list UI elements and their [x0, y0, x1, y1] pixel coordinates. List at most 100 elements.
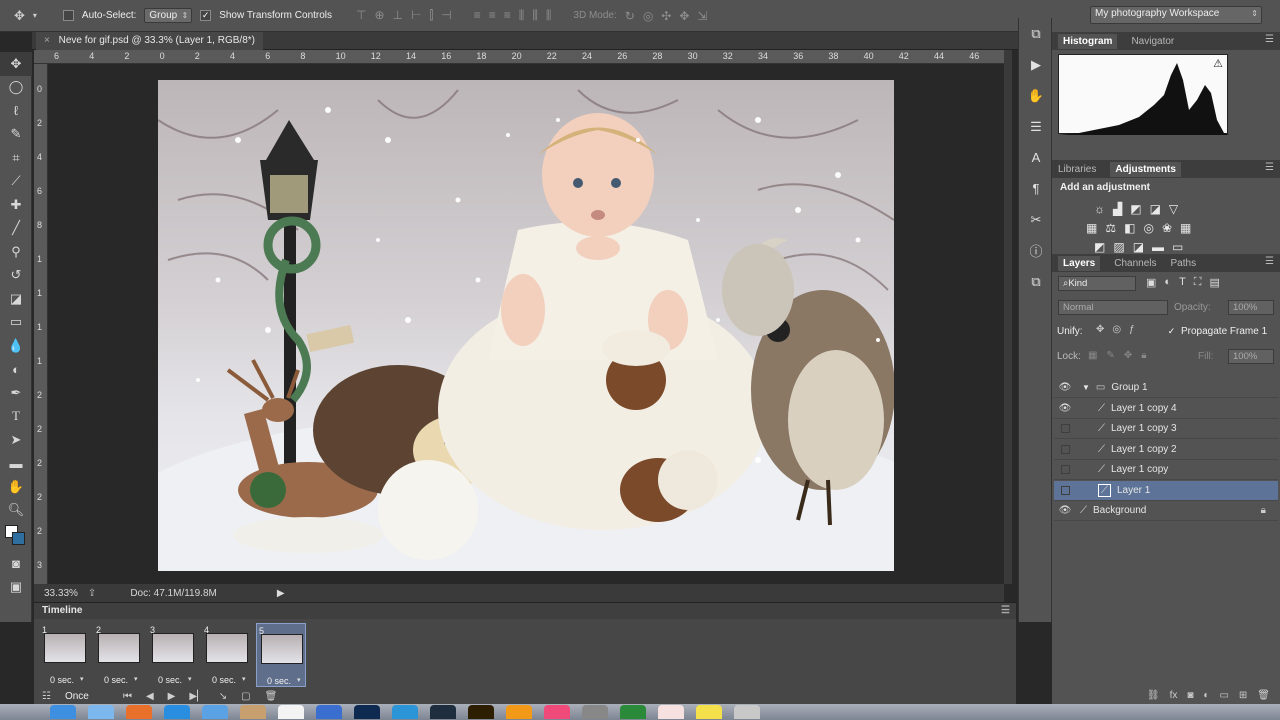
chevron-down-icon[interactable]: ▾	[80, 675, 84, 683]
firefox-icon[interactable]	[126, 705, 152, 719]
finder-icon[interactable]	[50, 705, 76, 719]
dodge-tool-icon[interactable]: ◐	[0, 358, 32, 382]
layer-group-row[interactable]: 👁︎ ▼ ▭ Group 1	[1054, 378, 1278, 398]
brush-tool-icon[interactable]: ╱	[0, 217, 32, 241]
eyedropper-tool-icon[interactable]: ⟋	[0, 170, 32, 194]
lock-all-icon[interactable]: 🔒︎	[1141, 350, 1146, 361]
auto-select-dropdown[interactable]: Group	[144, 8, 193, 23]
move-tool-icon[interactable]: ✥	[14, 8, 25, 24]
color-balance-icon[interactable]: ⚖	[1105, 221, 1116, 235]
photos-icon[interactable]	[658, 705, 684, 719]
clone-stamp-tool-icon[interactable]: ⚲	[0, 240, 32, 264]
align-top-icon[interactable]: ⊤	[356, 8, 366, 23]
auto-select-checkbox[interactable]	[62, 10, 74, 21]
marquee-tool-icon[interactable]: ◯	[0, 76, 32, 100]
layer-row[interactable]: 👁︎ ⟋ Layer 1 copy 4	[1054, 399, 1278, 419]
tab-channels[interactable]: Channels	[1114, 258, 1156, 269]
quick-mask-icon[interactable]: ◙	[0, 552, 32, 576]
fill-field[interactable]: 100%	[1228, 349, 1274, 364]
bridge-icon[interactable]	[430, 705, 456, 719]
unify-position-icon[interactable]: ✥	[1096, 324, 1104, 335]
new-layer-icon[interactable]: ⊞	[1239, 690, 1247, 701]
propagate-checkbox[interactable]: ✓	[1166, 327, 1177, 338]
preview-icon[interactable]	[582, 705, 608, 719]
invert-icon[interactable]: ◩	[1094, 240, 1105, 254]
prev-frame-icon[interactable]: ◀	[146, 691, 154, 702]
lock-pixels-icon[interactable]: ✎	[1106, 350, 1114, 361]
vibrance-icon[interactable]: ▽	[1169, 202, 1178, 216]
layer-filter-dropdown[interactable]: ⌕Kind	[1058, 276, 1136, 291]
photoshop-icon[interactable]	[354, 705, 380, 719]
ibooks-icon[interactable]	[506, 705, 532, 719]
excel-icon[interactable]	[620, 705, 646, 719]
play-arrow-icon[interactable]: ▶	[277, 588, 285, 599]
close-icon[interactable]: ×	[44, 35, 50, 46]
first-frame-icon[interactable]: ⏮	[123, 691, 132, 702]
convert-icon[interactable]: ☷	[42, 691, 51, 702]
visibility-toggle[interactable]	[1054, 485, 1076, 495]
3d-roll-icon[interactable]: ◎	[643, 9, 653, 23]
layer-row[interactable]: ⟋ Layer 1	[1054, 480, 1278, 501]
levels-icon[interactable]: ▟	[1113, 202, 1122, 216]
align-bottom-icon[interactable]: ⊥	[393, 8, 403, 23]
character-icon[interactable]: A	[1019, 142, 1053, 173]
adjustment-filter-icon[interactable]: ◐	[1164, 276, 1171, 289]
unify-style-icon[interactable]: ƒ	[1129, 324, 1135, 335]
zoom-level[interactable]: 33.33%	[44, 588, 78, 599]
layer-row[interactable]: ⟋ Layer 1 copy	[1054, 460, 1278, 480]
black-white-icon[interactable]: ◧	[1124, 221, 1135, 235]
lock-position-icon[interactable]: ✥	[1124, 350, 1132, 361]
align-hcenter-icon[interactable]: ⫿	[429, 8, 433, 23]
visibility-toggle[interactable]	[1054, 444, 1076, 454]
duplicate-frame-icon[interactable]: ▢	[241, 691, 250, 702]
distribute-hcenter-icon[interactable]: ⫼	[532, 8, 538, 23]
align-right-icon[interactable]: ⊣	[441, 8, 451, 23]
frame-duration[interactable]: 0 sec.	[158, 675, 182, 685]
timeline-frame[interactable]: 10 sec. ▾	[40, 623, 90, 687]
channel-mixer-icon[interactable]: ❀	[1162, 221, 1172, 235]
healing-brush-tool-icon[interactable]: ✚	[0, 193, 32, 217]
visibility-toggle[interactable]	[1054, 424, 1076, 433]
new-group-icon[interactable]: ▭	[1219, 690, 1228, 701]
next-frame-icon[interactable]: ▶▏	[189, 691, 204, 702]
screen-mode-icon[interactable]: ▣	[0, 576, 32, 600]
export-icon[interactable]: ⇪	[88, 588, 96, 599]
add-mask-icon[interactable]: ◙	[1187, 690, 1193, 701]
layer-row[interactable]: ⟋ Layer 1 copy 3	[1054, 419, 1278, 439]
3d-scale-icon[interactable]: ⇲	[697, 9, 707, 23]
tools-icon[interactable]: ✂	[1019, 204, 1053, 235]
unify-visibility-icon[interactable]: ◎	[1112, 324, 1121, 335]
move-tool-icon[interactable]: ✥	[0, 52, 32, 76]
exposure-icon[interactable]: ◪	[1150, 202, 1161, 216]
pen-tool-icon[interactable]: ✒	[0, 381, 32, 405]
align-left-icon[interactable]: ⊢	[411, 8, 421, 23]
distribute-left-icon[interactable]: ⫼	[519, 8, 525, 23]
workspace-dropdown[interactable]: My photography Workspace	[1090, 6, 1262, 24]
tab-layers[interactable]: Layers	[1058, 255, 1101, 271]
document-image[interactable]	[158, 80, 894, 571]
tab-navigator[interactable]: Navigator	[1131, 36, 1174, 47]
chevron-down-icon[interactable]: ▾	[188, 675, 192, 683]
chevron-down-icon[interactable]: ▾	[297, 676, 301, 684]
timeline-frame[interactable]: 20 sec. ▾	[94, 623, 144, 687]
document-tab[interactable]: × Neve for gif.psd @ 33.3% (Layer 1, RGB…	[36, 32, 263, 50]
tab-adjustments[interactable]: Adjustments	[1110, 161, 1181, 177]
layer-row[interactable]: 👁︎ ⟋ Background 🔒︎	[1054, 501, 1278, 521]
color-lookup-icon[interactable]: ▦	[1180, 221, 1191, 235]
properties-icon[interactable]: ☰	[1019, 111, 1053, 142]
type-tool-icon[interactable]: T	[0, 405, 32, 429]
lasso-tool-icon[interactable]: ℓ	[0, 99, 32, 123]
loop-dropdown[interactable]: Once	[65, 691, 109, 702]
actions-icon[interactable]: ▶	[1019, 49, 1053, 80]
zoom-tool-icon[interactable]: 🔍︎	[0, 499, 32, 523]
brightness-icon[interactable]: ☼	[1094, 202, 1105, 216]
appstore-icon[interactable]	[164, 705, 190, 719]
frame-duration[interactable]: 0 sec.	[212, 675, 236, 685]
path-selection-tool-icon[interactable]: ➤	[0, 428, 32, 452]
pixel-filter-icon[interactable]: ▣	[1146, 276, 1156, 289]
delete-frame-icon[interactable]: 🗑︎	[265, 691, 278, 702]
info-icon[interactable]: ⓘ	[1019, 235, 1053, 266]
hue-saturation-icon[interactable]: ▦	[1086, 221, 1097, 235]
shape-filter-icon[interactable]: ⛶	[1194, 276, 1202, 289]
chevron-down-icon[interactable]: ▾	[134, 675, 138, 683]
